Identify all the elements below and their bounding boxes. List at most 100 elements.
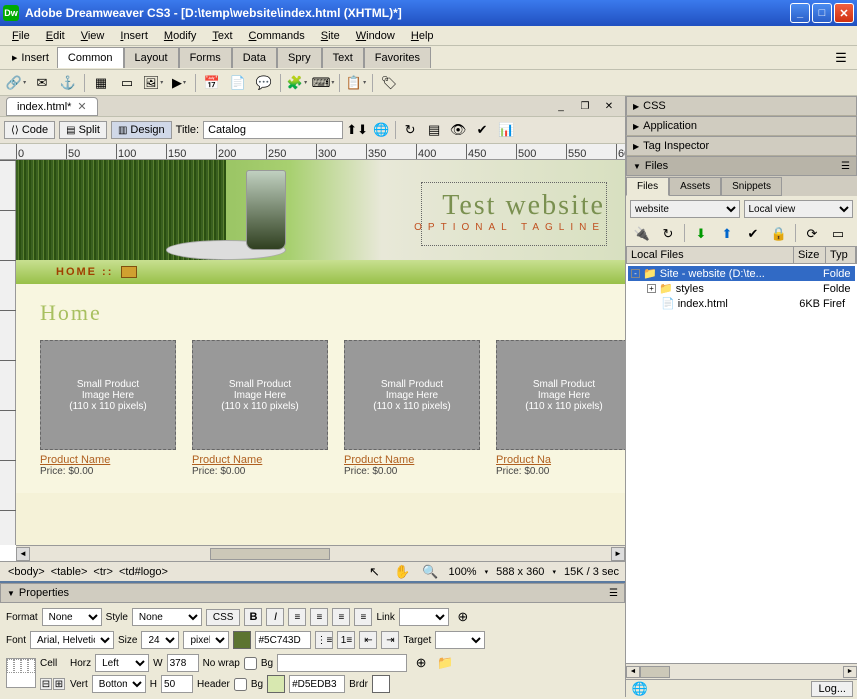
- product-name-link[interactable]: Product Na: [496, 454, 625, 466]
- files-scrollbar[interactable]: ◄ ►: [626, 663, 857, 679]
- scroll-left-icon[interactable]: ◄: [16, 547, 30, 561]
- doc-minimize-icon[interactable]: _: [551, 96, 571, 116]
- menu-edit[interactable]: Edit: [38, 28, 73, 44]
- bg-input[interactable]: [277, 654, 407, 672]
- put-icon[interactable]: ⬆: [717, 224, 737, 244]
- insert-tab-spry[interactable]: Spry: [277, 47, 322, 68]
- minimize-button[interactable]: _: [790, 3, 810, 23]
- indent-button[interactable]: ⇥: [381, 631, 399, 649]
- site-select[interactable]: website: [630, 200, 740, 218]
- panel-options-icon[interactable]: ☰: [609, 588, 618, 599]
- product-name-link[interactable]: Product Name: [192, 454, 328, 466]
- menu-insert[interactable]: Insert: [112, 28, 156, 44]
- width-input[interactable]: [167, 654, 199, 672]
- pointer-icon[interactable]: ↖: [364, 562, 384, 582]
- canvas-dimensions[interactable]: 588 x 360: [496, 566, 544, 578]
- align-justify-button[interactable]: ≡: [354, 608, 372, 626]
- view-options-icon[interactable]: ▤: [424, 120, 444, 140]
- close-button[interactable]: ✕: [834, 3, 854, 23]
- insert-tab-forms[interactable]: Forms: [179, 47, 232, 68]
- text-color-input[interactable]: [255, 631, 311, 649]
- browser-check-icon[interactable]: 📊: [496, 120, 516, 140]
- expand-icon[interactable]: -: [631, 269, 640, 278]
- menu-modify[interactable]: Modify: [156, 28, 204, 44]
- browse-folder-icon[interactable]: ⊕: [411, 653, 431, 673]
- templates-icon[interactable]: 📋▾: [346, 73, 366, 93]
- code-view-button[interactable]: ⟨⟩Code: [4, 121, 55, 139]
- align-left-button[interactable]: ≡: [288, 608, 306, 626]
- tag-inspector-panel-header[interactable]: ▶Tag Inspector: [626, 136, 857, 156]
- style-select[interactable]: None: [132, 608, 202, 626]
- scroll-thumb[interactable]: [210, 548, 330, 560]
- image-icon[interactable]: 🖼▾: [143, 73, 163, 93]
- bg-color-swatch[interactable]: [267, 675, 285, 693]
- application-panel-header[interactable]: ▶Application: [626, 116, 857, 136]
- menu-view[interactable]: View: [73, 28, 113, 44]
- doc-tab-index[interactable]: index.html*✕: [6, 97, 98, 116]
- menu-file[interactable]: File: [4, 28, 38, 44]
- ul-button[interactable]: ⋮≡: [315, 631, 333, 649]
- menu-text[interactable]: Text: [204, 28, 240, 44]
- tag-chooser-icon[interactable]: 🏷: [379, 73, 399, 93]
- horizontal-scrollbar[interactable]: ◄ ►: [16, 545, 625, 561]
- bg-folder-icon[interactable]: 📁: [435, 653, 455, 673]
- files-tab-assets[interactable]: Assets: [669, 177, 721, 196]
- hyperlink-icon[interactable]: 🔗▾: [6, 73, 26, 93]
- header-checkbox[interactable]: [234, 678, 247, 691]
- link-select[interactable]: [399, 608, 449, 626]
- div-icon[interactable]: ▭: [117, 73, 137, 93]
- files-tab-files[interactable]: Files: [626, 177, 669, 196]
- checkin-icon[interactable]: 🔒: [769, 224, 789, 244]
- globe-icon[interactable]: 🌐: [371, 120, 391, 140]
- tag-tdlogo[interactable]: <td#logo>: [117, 566, 170, 578]
- checkout-icon[interactable]: ✔: [743, 224, 763, 244]
- refresh-icon[interactable]: ↻: [400, 120, 420, 140]
- insert-tab-data[interactable]: Data: [232, 47, 277, 68]
- split-cells-button[interactable]: ⊞: [53, 678, 65, 690]
- insert-tab-layout[interactable]: Layout: [124, 47, 179, 68]
- scroll-right-icon[interactable]: ►: [611, 547, 625, 561]
- tree-row[interactable]: -📁Site - website (D:\te...Folde: [628, 266, 855, 281]
- refresh-files-icon[interactable]: ↻: [658, 224, 678, 244]
- menu-help[interactable]: Help: [403, 28, 442, 44]
- doc-close-icon[interactable]: ✕: [599, 96, 619, 116]
- css-panel-header[interactable]: ▶CSS: [626, 96, 857, 116]
- head-icon[interactable]: 🧩▾: [287, 73, 307, 93]
- insert-tab-text[interactable]: Text: [322, 47, 364, 68]
- files-tab-snippets[interactable]: Snippets: [721, 177, 782, 196]
- border-color-swatch[interactable]: [372, 675, 390, 693]
- title-input[interactable]: [203, 121, 343, 139]
- close-icon[interactable]: ✕: [77, 101, 86, 113]
- insert-tab-common[interactable]: Common: [57, 47, 124, 68]
- validate-icon[interactable]: ✔: [472, 120, 492, 140]
- size-unit-select[interactable]: pixels: [183, 631, 229, 649]
- hand-icon[interactable]: ✋: [392, 562, 412, 582]
- anchor-icon[interactable]: ⚓: [58, 73, 78, 93]
- log-button[interactable]: Log...: [811, 681, 853, 697]
- media-icon[interactable]: ▶▾: [169, 73, 189, 93]
- target-select[interactable]: [435, 631, 485, 649]
- design-canvas[interactable]: Test website OPTIONAL TAGLINE HOME :: Ho…: [16, 160, 625, 545]
- split-view-button[interactable]: ▤Split: [59, 121, 107, 139]
- tag-tr[interactable]: <tr>: [91, 566, 115, 578]
- align-center-button[interactable]: ≡: [310, 608, 328, 626]
- sync-icon[interactable]: ⟳: [802, 224, 822, 244]
- script-icon[interactable]: ⌨▾: [313, 73, 333, 93]
- email-icon[interactable]: ✉: [32, 73, 52, 93]
- expand-icon[interactable]: +: [647, 284, 656, 293]
- maximize-button[interactable]: □: [812, 3, 832, 23]
- format-select[interactable]: None: [42, 608, 102, 626]
- vert-select[interactable]: Bottom: [92, 675, 146, 693]
- menu-commands[interactable]: Commands: [241, 28, 313, 44]
- menu-window[interactable]: Window: [348, 28, 403, 44]
- insert-label[interactable]: ▶Insert: [4, 50, 57, 66]
- cell-icon[interactable]: [6, 658, 36, 688]
- zoom-icon[interactable]: 🔍: [420, 562, 440, 582]
- text-color-swatch[interactable]: [233, 631, 251, 649]
- check-icon[interactable]: ⬆⬇: [347, 120, 367, 140]
- bg-color-input[interactable]: [289, 675, 345, 693]
- nav-home-link[interactable]: HOME ::: [56, 266, 113, 278]
- view-select[interactable]: Local view: [744, 200, 854, 218]
- css-button[interactable]: CSS: [206, 609, 241, 626]
- menu-site[interactable]: Site: [313, 28, 348, 44]
